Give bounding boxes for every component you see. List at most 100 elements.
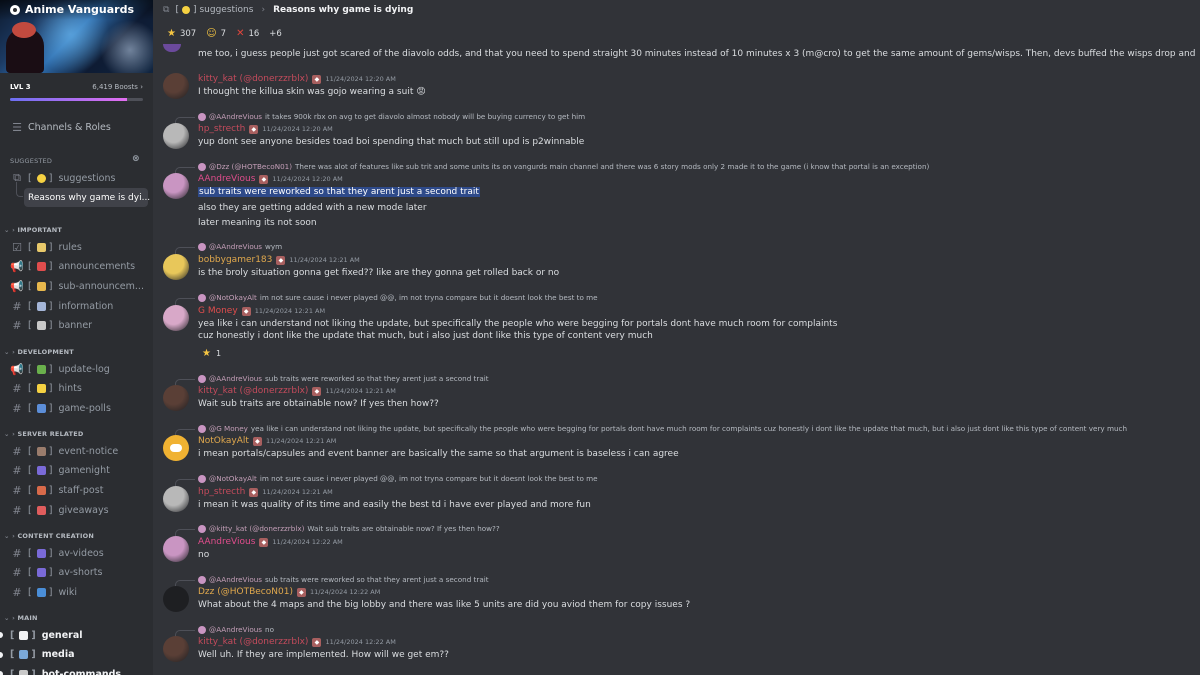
sidebar-item-announcements[interactable]: 📢 [] announcements [10,258,153,276]
author-name[interactable]: Dzz (@HOTBecoN01) [198,587,293,597]
star-reaction[interactable]: ★ 307 [167,28,196,39]
suggested-item-suggestions[interactable]: ⧉[] suggestions [10,169,153,187]
sidebar-item-staff-post[interactable]: # [] staff-post [10,481,153,499]
reply-reference[interactable]: @Dzz (@HOTBecoN01) There was alot of feat… [198,162,929,171]
reply-reference[interactable]: @NotOkayAlt im not sure cause i never pla… [198,293,598,302]
message-text: later meaning its not soon [198,218,317,228]
author-name[interactable]: kitty_kat (@donerzzrblx) [198,386,308,396]
reply-author[interactable]: @Dzz (@HOTBecoN01) [209,162,292,171]
reply-reference[interactable]: @NotOkayAlt im not sure cause i never pla… [198,474,598,483]
author-name[interactable]: kitty_kat (@donerzzrblx) [198,637,308,647]
avatar[interactable] [163,305,189,331]
reply-author[interactable]: @AAndreVious [209,374,262,383]
sidebar-item-av-shorts[interactable]: # [] av-shorts [10,564,153,582]
reply-author[interactable]: @NotOkayAlt [209,474,257,483]
message-header: kitty_kat (@donerzzrblx) ◆ 11/24/2024 12:2… [198,637,396,647]
author-name[interactable]: AAndreVious [198,537,255,547]
grin-reaction[interactable]: ☺ 7 [206,28,226,39]
avatar[interactable] [163,173,189,199]
reply-reference[interactable]: @kitty_kat (@donerzzrblx) Wait sub traits… [198,524,500,533]
category-server-related[interactable]: ⌄ › SERVER RELATED [4,430,84,438]
reply-author[interactable]: @AAndreVious [209,625,262,634]
sidebar-item-giveaways[interactable]: # [] giveaways [10,501,153,519]
reply-avatar [198,374,206,383]
avatar[interactable] [163,123,189,149]
reply-avatar [198,575,206,584]
reply-author[interactable]: @AAndreVious [209,242,262,251]
sidebar-item-media[interactable]: [] media [0,646,153,664]
dismiss-suggested-icon[interactable]: ⊗ [132,154,140,164]
hash-icon: # [12,566,22,580]
discord-window: Anime Vanguards LVL 3 6,419 Boosts › ☰ Ch… [0,0,1200,675]
sidebar-item-hints[interactable]: # [] hints [10,380,153,398]
star-icon: ★ [167,28,176,39]
reply-reference[interactable]: @AAndreVious sub traits were reworked so … [198,374,489,383]
author-name[interactable]: bobbygamer183 [198,255,272,265]
boost-bar [10,98,143,101]
sidebar-item-sub-announcem-[interactable]: 📢 [] sub-announcem... [10,277,153,295]
sidebar-item-information[interactable]: # [] information [10,297,153,315]
author-name[interactable]: kitty_kat (@donerzzrblx) [198,74,308,84]
reply-reference[interactable]: @AAndreVious no [198,625,274,634]
reply-author[interactable]: @kitty_kat (@donerzzrblx) [209,524,304,533]
server-banner[interactable]: Anime Vanguards [0,0,153,73]
bracket-close: ] [48,567,53,579]
sidebar-item-gamenight[interactable]: # [] gamenight [10,462,153,480]
reply-reference[interactable]: @AAndreVious wym [198,242,282,251]
author-name[interactable]: G Money [198,306,238,316]
sidebar-item-av-videos[interactable]: # [] av-videos [10,544,153,562]
channel-emoji-icon [36,466,46,476]
reply-author[interactable]: @AAndreVious [209,575,262,584]
thread-item-reasons[interactable]: Reasons why game is dyi... [24,188,150,207]
bracket-close: ] [48,445,53,457]
sidebar-item-update-log[interactable]: 📢 [] update-log [10,360,153,378]
boost-level: LVL 3 [10,83,31,91]
sidebar-item-rules[interactable]: ☑ [] rules [10,238,153,256]
reply-reference[interactable]: @AAndreVious sub traits were reworked so … [198,575,489,584]
reply-author[interactable]: @AAndreVious [209,112,262,121]
boost-progress[interactable]: LVL 3 6,419 Boosts › [0,73,153,105]
avatar[interactable] [163,254,189,280]
reply-reference[interactable]: @AAndreVious it takes 900k rbx on avg to … [198,112,585,121]
reply-reference[interactable]: @G Money yea like i can understand not li… [198,424,1127,433]
avatar[interactable] [163,586,189,612]
hash-icon: # [12,319,22,333]
reaction-count: 7 [220,28,227,39]
server-name[interactable]: Anime Vanguards [10,3,134,16]
reaction-star[interactable]: ★ 1 [198,346,225,360]
reply-author[interactable]: @G Money [209,424,248,433]
reply-text: Wait sub traits are obtainable now? If y… [307,524,500,533]
author-name[interactable]: AAndreVious [198,174,255,184]
sidebar-item-bot-commands[interactable]: [] bot-commands [0,665,153,675]
more-reactions[interactable]: +6 [269,29,282,39]
category-development[interactable]: ⌄ › DEVELOPMENT [4,348,74,356]
avatar[interactable] [163,636,189,662]
avatar[interactable] [163,486,189,512]
timestamp: 11/24/2024 12:21 AM [262,488,333,496]
avatar[interactable] [163,536,189,562]
sidebar-item-event-notice[interactable]: # [] event-notice [10,442,153,460]
avatar[interactable] [163,435,189,461]
channel-label: giveaways [58,504,109,516]
category-content-creation[interactable]: ⌄ › CONTENT CREATION [4,532,94,540]
sidebar-item-banner[interactable]: # [] banner [10,317,153,335]
bracket-open: [ [28,504,32,516]
sidebar-item-general[interactable]: [] general [0,626,153,644]
channel-label: staff-post [58,484,104,496]
avatar[interactable] [163,385,189,411]
category-main[interactable]: ⌄ › MAIN [4,614,38,622]
channel-link[interactable]: suggestions [199,5,253,15]
author-name[interactable]: hp_strecth [198,487,245,497]
channel-label: sub-announcem... [58,280,144,292]
sidebar-item-wiki[interactable]: # [] wiki [10,583,153,601]
channels-roles-button[interactable]: ☰ Channels & Roles [10,118,153,136]
author-name[interactable]: hp_strecth [198,124,245,134]
category-important[interactable]: ⌄ › IMPORTANT [4,226,62,234]
cross-reaction[interactable]: ✕ 16 [236,28,259,39]
avatar[interactable] [163,73,189,99]
author-name[interactable]: NotOkayAlt [198,436,249,446]
channel-label: av-shorts [58,567,103,579]
reply-author[interactable]: @NotOkayAlt [209,293,257,302]
unread-indicator [0,651,3,658]
sidebar-item-game-polls[interactable]: # [] game-polls [10,399,153,417]
